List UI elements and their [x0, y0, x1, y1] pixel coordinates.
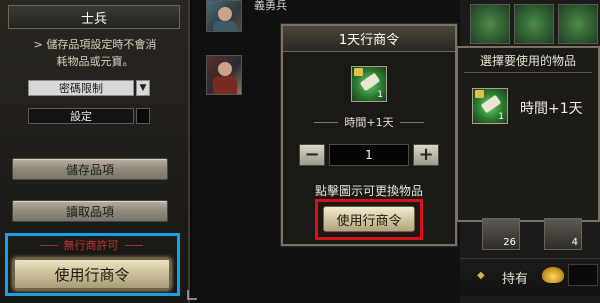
diamond-icon: ◆ [477, 270, 485, 281]
slot-count: 4 [571, 237, 578, 248]
storage-note-line-1: > 儲存品項設定時不會消 [33, 38, 157, 51]
item-slot[interactable]: 1 [351, 66, 387, 102]
settings-checkbox[interactable] [136, 108, 150, 124]
unit-name: 義勇兵 [254, 0, 287, 12]
currency-bar: ◆ 持有 [460, 258, 600, 296]
item-option-label[interactable]: 時間+1天 [520, 98, 583, 118]
lock-icon [354, 68, 363, 76]
item-count: 1 [498, 112, 504, 122]
gold-ingot-icon [542, 267, 564, 283]
divider [314, 121, 339, 123]
currency-amount-box [568, 264, 598, 286]
decrease-quantity-button[interactable]: − [299, 144, 325, 166]
store-items-button[interactable]: 儲存品項 [12, 158, 168, 180]
highlight-box-blue [5, 233, 180, 296]
portrait-body [213, 76, 237, 94]
chevron-down-icon[interactable]: ▼ [136, 80, 150, 96]
portrait-face [218, 7, 232, 21]
portrait-face [218, 62, 232, 76]
inventory-slot[interactable]: 4 [544, 218, 582, 250]
inventory-slot[interactable] [558, 4, 598, 44]
slot-count: 26 [503, 237, 516, 248]
unit-portrait[interactable] [206, 0, 242, 32]
load-items-button[interactable]: 讀取品項 [12, 200, 168, 222]
inventory-slot[interactable]: 26 [482, 218, 520, 250]
item-count: 1 [377, 90, 383, 100]
password-limit-select[interactable]: 密碼限制 [28, 80, 134, 96]
inventory-slot[interactable] [470, 4, 510, 44]
panel-title: 士兵 [8, 5, 180, 29]
resize-handle[interactable] [187, 290, 197, 300]
storage-note-line-2: 耗物品或元寶。 [56, 55, 134, 68]
portrait-body [213, 21, 237, 31]
lock-icon [475, 90, 484, 98]
item-name-text: 時間+1天 [344, 116, 394, 129]
popup-title: 1天行商令 [283, 26, 455, 52]
item-option-slot[interactable]: 1 [472, 88, 508, 124]
highlight-box-red [315, 199, 423, 240]
quantity-input[interactable]: 1 [329, 144, 409, 166]
unit-portrait[interactable] [206, 55, 242, 95]
storage-note: > 儲存品項設定時不會消 耗物品或元寶。 [10, 36, 180, 70]
settings-button[interactable]: 設定 [28, 108, 134, 124]
owned-label: 持有 [502, 272, 529, 287]
item-select-title: 選擇要使用的物品 [479, 54, 576, 68]
inventory-slot[interactable] [514, 4, 554, 44]
divider [399, 121, 424, 123]
change-item-hint: 點擊圖示可更換物品 [314, 184, 423, 198]
divider [464, 72, 592, 73]
item-select-popup: 選擇要使用的物品 1 時間+1天 [456, 46, 600, 222]
item-name: 時間+1天 [293, 114, 445, 130]
increase-quantity-button[interactable]: + [413, 144, 439, 166]
